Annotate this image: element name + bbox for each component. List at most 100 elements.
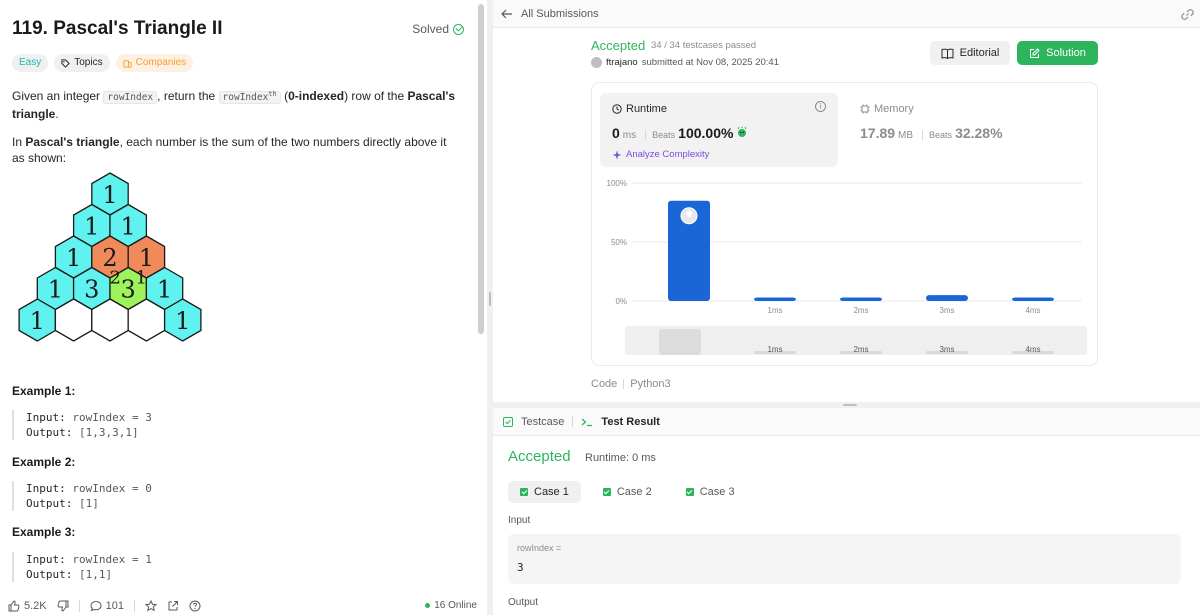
input-label: Input: <box>26 553 66 566</box>
chart-bar[interactable] <box>926 295 968 301</box>
all-submissions-link[interactable]: All Submissions <box>521 8 599 20</box>
runtime-box[interactable]: Runtime i 0 ms Beats 100.00% Analyze Com… <box>600 93 838 167</box>
companies-tag[interactable]: Companies <box>115 54 194 72</box>
difficulty-tag[interactable]: Easy <box>12 54 49 72</box>
example-3-block: Input: rowIndex = 1 Output: [1,1] <box>12 552 452 582</box>
desc-bold: Pascal's triangle <box>25 135 120 150</box>
memory-value-row: 17.89 MB Beats 32.28% <box>860 125 1003 141</box>
avatar-head-icon <box>686 210 692 217</box>
case-tab-3[interactable]: Case 3 <box>674 481 747 503</box>
like-button[interactable]: 5.2K <box>8 600 47 612</box>
case-tab-2[interactable]: Case 2 <box>591 481 664 503</box>
app-root: 119. Pascal's Triangle II Solved Easy To… <box>0 0 1200 615</box>
navigator-label: 2ms <box>853 345 868 354</box>
triangle-number: 3 <box>121 276 136 304</box>
chart-bar[interactable] <box>754 297 796 301</box>
favorite-button[interactable] <box>145 599 157 612</box>
code-label: Code <box>591 378 618 390</box>
splitter-grip-icon[interactable] <box>489 292 491 306</box>
example-input: rowIndex = 0 <box>72 482 152 495</box>
description-paragraph-2: In Pascal's triangle, each number is the… <box>12 134 462 166</box>
triangle-sum-operand: 1 <box>135 268 146 289</box>
language-label: Python3 <box>630 378 671 390</box>
celebration-icon <box>737 126 747 137</box>
problem-bottom-bar: 5.2K 101 16 Online <box>0 596 487 615</box>
runtime-unit: ms <box>622 130 637 141</box>
x-tick-label: 4ms <box>1025 306 1040 315</box>
example-input: rowIndex = 1 <box>72 553 152 566</box>
avatar[interactable] <box>591 57 602 68</box>
desc-text: Given an integer <box>12 89 104 104</box>
example-3-input-line: Input: rowIndex = 1 <box>26 552 452 567</box>
comments-button[interactable]: 101 <box>90 600 124 612</box>
splitter-grip-icon[interactable] <box>843 404 857 406</box>
problem-panel: 119. Pascal's Triangle II Solved Easy To… <box>0 0 487 615</box>
tab-testcase[interactable]: Testcase <box>521 416 564 428</box>
title-row: 119. Pascal's Triangle II Solved <box>12 18 464 44</box>
dislike-button[interactable] <box>57 600 69 612</box>
analyze-label: Analyze Complexity <box>626 149 710 160</box>
share-button[interactable] <box>167 600 179 612</box>
performance-card: Runtime i 0 ms Beats 100.00% Analyze Com… <box>591 82 1098 366</box>
chart-bar[interactable] <box>1012 297 1054 301</box>
desc-text: ( <box>280 89 289 104</box>
topics-label: Topics <box>74 57 103 68</box>
separator <box>623 379 625 389</box>
code-language-row: Code Python3 <box>591 378 671 390</box>
desc-bold: 0-indexed <box>288 89 345 104</box>
inline-code: rowIndexth <box>218 90 281 105</box>
tag-icon <box>61 58 71 68</box>
x-tick-label: 3ms <box>939 306 954 315</box>
case-label: Case 3 <box>699 486 735 498</box>
case-tab-1[interactable]: Case 1 <box>508 481 581 503</box>
clock-icon <box>612 104 622 114</box>
comment-count: 101 <box>105 599 124 612</box>
example-output: [1] <box>78 497 99 510</box>
topics-tag[interactable]: Topics <box>54 54 110 72</box>
runtime-value-row: 0 ms Beats 100.00% <box>612 125 748 141</box>
triangle-sum-operand: 2 <box>109 268 120 289</box>
help-button[interactable] <box>189 600 201 612</box>
example-2-title: Example 2: <box>12 455 76 469</box>
y-tick-label: 100% <box>607 179 627 188</box>
editorial-label: Editorial <box>959 47 1000 59</box>
case-tabs: Case 1 Case 2 Case 3 <box>508 481 747 503</box>
memory-beats: 32.28% <box>955 125 1003 141</box>
tab-test-result[interactable]: Test Result <box>601 416 659 428</box>
runtime-beats: 100.00% <box>678 125 734 141</box>
solution-button[interactable]: Solution <box>1017 41 1098 65</box>
triangle-number: 1 <box>30 307 45 335</box>
link-icon[interactable] <box>1181 8 1194 21</box>
example-output: [1,3,3,1] <box>78 426 139 439</box>
memory-header[interactable]: Memory <box>860 103 914 115</box>
desc-text: , return the <box>157 89 219 104</box>
submission-panel: All Submissions Accepted 34 / 34 testcas… <box>493 0 1200 402</box>
online-count: 16 Online <box>434 600 477 611</box>
check-circle-icon <box>453 23 464 35</box>
chart-bar[interactable] <box>840 297 882 301</box>
sparkle-icon <box>612 150 622 159</box>
example-input: rowIndex = 3 <box>72 411 152 424</box>
username[interactable]: ftrajano <box>606 57 638 68</box>
description-paragraph-1: Given an integer rowIndex, return the ro… <box>12 86 462 122</box>
analyze-complexity-link[interactable]: Analyze Complexity <box>612 149 709 160</box>
navigator-handle[interactable] <box>659 329 701 355</box>
separator <box>572 416 574 427</box>
case-label: Case 2 <box>616 486 652 498</box>
check-icon <box>602 488 611 496</box>
arrow-left-icon[interactable] <box>501 9 513 19</box>
info-icon[interactable]: i <box>815 101 826 112</box>
checkbox-icon <box>503 416 513 427</box>
memory-value: 17.89 <box>860 125 896 141</box>
desc-text: . <box>55 107 59 122</box>
problem-description: Given an integer rowIndex, return the ro… <box>12 86 462 178</box>
editorial-button[interactable]: Editorial <box>930 41 1010 65</box>
problem-title: 119. Pascal's Triangle II <box>12 18 223 39</box>
companies-label: Companies <box>135 57 187 68</box>
example-1-output-line: Output: [1,3,3,1] <box>26 425 452 440</box>
thumbs-down-icon <box>57 600 69 612</box>
x-tick-label: 1ms <box>767 306 782 315</box>
navigator-label: 3ms <box>939 345 954 354</box>
problem-scrollbar[interactable] <box>478 4 484 334</box>
book-open-icon <box>941 48 954 59</box>
